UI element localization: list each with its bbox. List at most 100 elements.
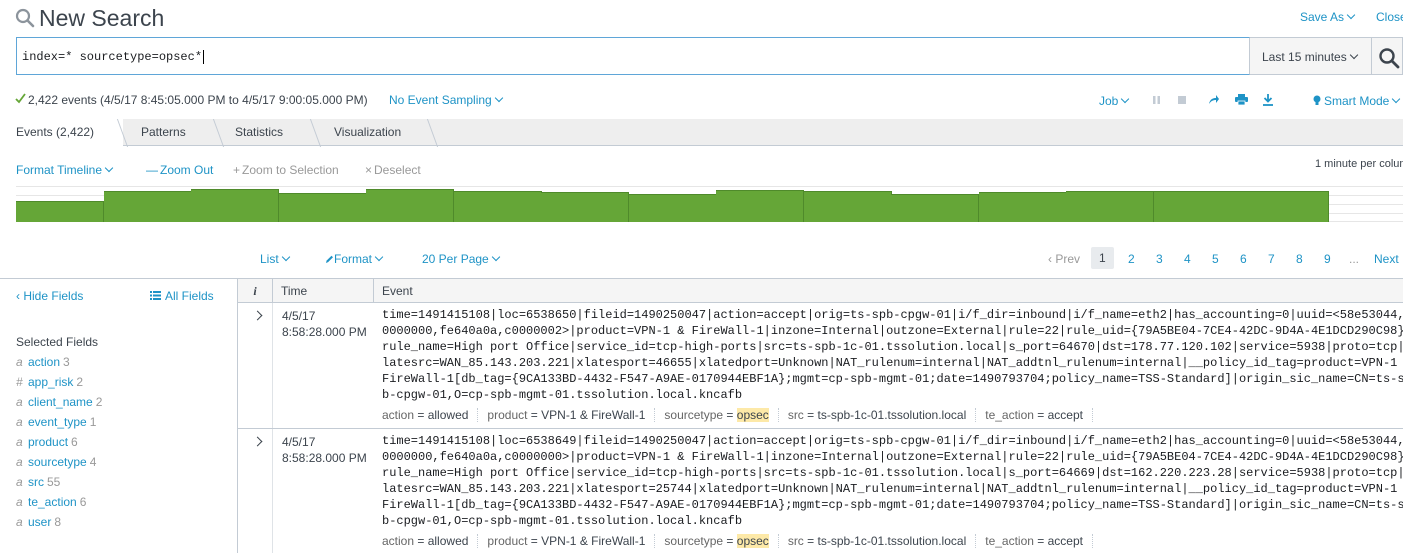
field-item-app-risk[interactable]: # app_risk 2 — [16, 375, 83, 389]
deselect-button[interactable]: × Deselect — [365, 163, 421, 177]
next-page-button[interactable]: Next — [1374, 252, 1399, 266]
page-8-button[interactable]: 8 — [1296, 252, 1303, 266]
page-1-button[interactable]: 1 — [1091, 247, 1114, 269]
format-menu[interactable]: Format — [325, 252, 384, 266]
prev-page-label: Prev — [1055, 252, 1081, 266]
event-field-value[interactable]: opsec — [736, 408, 769, 422]
page-2-button[interactable]: 2 — [1128, 252, 1135, 266]
page-7-button[interactable]: 7 — [1268, 252, 1275, 266]
field-name: app_risk — [28, 375, 74, 389]
field-item-event-type[interactable]: a event_type 1 — [16, 415, 96, 429]
timeline-bar[interactable] — [1066, 191, 1154, 222]
format-timeline-menu[interactable]: Format Timeline — [16, 163, 114, 177]
field-value-count: 55 — [47, 475, 61, 489]
timeline-bar[interactable] — [629, 194, 717, 222]
field-value-count: 8 — [54, 515, 62, 529]
hide-fields-button[interactable]: ‹ Hide Fields — [16, 289, 83, 303]
event-field-pair[interactable]: te_action = accept — [985, 408, 1093, 422]
stop-icon[interactable] — [1177, 94, 1187, 108]
event-field-value[interactable]: allowed — [428, 408, 469, 422]
timeline-bar[interactable] — [366, 189, 454, 222]
per-page-menu[interactable]: 20 Per Page — [422, 252, 500, 266]
share-icon[interactable] — [1208, 94, 1220, 108]
search-button[interactable] — [1372, 37, 1403, 75]
event-field-pair[interactable]: sourcetype = opsec — [664, 534, 779, 548]
event-timeline-chart[interactable] — [16, 186, 1403, 222]
table-row: 4/5/17 8:58:28.000 PM time=1491415108|loc=… — [238, 303, 1403, 429]
all-fields-button[interactable]: All Fields — [150, 289, 214, 303]
event-field-pair[interactable]: sourcetype = opsec — [664, 408, 779, 422]
tab-statistics[interactable]: Statistics — [222, 119, 316, 146]
event-field-pair[interactable]: action = allowed — [382, 534, 479, 548]
expand-event-button[interactable] — [238, 303, 273, 428]
field-item-action[interactable]: a action 3 — [16, 355, 70, 369]
event-field-pair[interactable]: product = VPN-1 & FireWall-1 — [487, 534, 656, 548]
pause-icon[interactable] — [1152, 94, 1161, 108]
timeline-bar[interactable] — [1154, 191, 1242, 222]
timeline-bar[interactable] — [541, 192, 629, 222]
field-item-sourcetype[interactable]: a sourcetype 4 — [16, 455, 96, 469]
chevron-down-icon — [374, 252, 384, 262]
tab-visualization[interactable]: Visualization — [321, 119, 433, 146]
page-6-button[interactable]: 6 — [1240, 252, 1247, 266]
timeline-bar[interactable] — [979, 192, 1067, 222]
field-item-client-name[interactable]: a client_name 2 — [16, 395, 102, 409]
field-value-count: 1 — [89, 415, 97, 429]
event-field-pair[interactable]: src = ts-spb-1c-01.tssolution.local — [788, 408, 977, 422]
list-view-menu[interactable]: List — [260, 252, 290, 266]
event-field-value[interactable]: VPN-1 & FireWall-1 — [541, 408, 645, 422]
field-name: te_action — [28, 495, 77, 509]
event-field-value[interactable]: opsec — [736, 534, 769, 548]
event-field-key: product — [487, 408, 528, 422]
expand-event-button[interactable] — [238, 429, 273, 553]
time-range-picker[interactable]: Last 15 minutes — [1250, 37, 1372, 75]
event-field-value[interactable]: allowed — [428, 534, 469, 548]
timeline-bar[interactable] — [804, 191, 892, 222]
field-item-src[interactable]: a src 55 — [16, 475, 60, 489]
job-menu[interactable]: Job — [1099, 94, 1130, 108]
field-item-user[interactable]: a user 8 — [16, 515, 61, 529]
export-icon[interactable] — [1262, 94, 1274, 109]
page-5-button[interactable]: 5 — [1212, 252, 1219, 266]
close-link[interactable]: Close — [1376, 10, 1403, 24]
field-item-product[interactable]: a product 6 — [16, 435, 78, 449]
timeline-bar[interactable] — [16, 201, 104, 222]
tab-patterns[interactable]: Patterns — [128, 119, 219, 146]
page-3-button[interactable]: 3 — [1156, 252, 1163, 266]
chevron-down-icon — [1349, 50, 1358, 60]
zoom-to-selection-button[interactable]: + Zoom to Selection — [233, 163, 339, 177]
prev-page-button[interactable]: ‹ Prev — [1048, 252, 1080, 266]
per-page-label: 20 Per Page — [422, 252, 489, 266]
print-icon[interactable] — [1235, 94, 1248, 108]
results-tabs: Events (2,422) Patterns Statistics Visua… — [0, 119, 1403, 147]
page-9-button[interactable]: 9 — [1324, 252, 1331, 266]
page-4-button[interactable]: 4 — [1184, 252, 1191, 266]
plus-icon: + — [233, 163, 241, 177]
save-as-menu[interactable]: Save As — [1300, 10, 1356, 24]
event-field-value[interactable]: ts-spb-1c-01.tssolution.local — [818, 408, 967, 422]
timeline-bar[interactable] — [279, 193, 367, 222]
timeline-bar[interactable] — [1241, 191, 1329, 222]
search-mode-menu[interactable]: Smart Mode — [1313, 94, 1401, 108]
event-field-value[interactable]: ts-spb-1c-01.tssolution.local — [818, 534, 967, 548]
event-field-pair[interactable]: te_action = accept — [985, 534, 1093, 548]
tab-events[interactable]: Events (2,422) — [0, 119, 123, 147]
event-sampling-menu[interactable]: No Event Sampling — [389, 93, 503, 107]
timeline-bar[interactable] — [891, 194, 979, 222]
event-field-pair[interactable]: product = VPN-1 & FireWall-1 — [487, 408, 656, 422]
event-field-pair[interactable]: src = ts-spb-1c-01.tssolution.local — [788, 534, 977, 548]
column-header-time[interactable]: Time — [273, 279, 374, 303]
field-item-te-action[interactable]: a te_action 6 — [16, 495, 86, 509]
zoom-out-button[interactable]: — Zoom Out — [146, 163, 213, 177]
timeline-bar[interactable] — [454, 191, 542, 222]
event-field-pair[interactable]: action = allowed — [382, 408, 479, 422]
search-input[interactable]: index=* sourcetype=opsec* — [16, 37, 1250, 75]
timeline-bar[interactable] — [716, 190, 804, 222]
event-field-value[interactable]: accept — [1048, 534, 1083, 548]
timeline-bar[interactable] — [104, 191, 192, 222]
timeline-bar[interactable] — [191, 189, 279, 222]
timeline-scale-label: 1 minute per column — [1315, 158, 1403, 170]
event-field-value[interactable]: accept — [1048, 408, 1083, 422]
field-type-indicator: a — [16, 395, 23, 409]
event-field-value[interactable]: VPN-1 & FireWall-1 — [541, 534, 645, 548]
